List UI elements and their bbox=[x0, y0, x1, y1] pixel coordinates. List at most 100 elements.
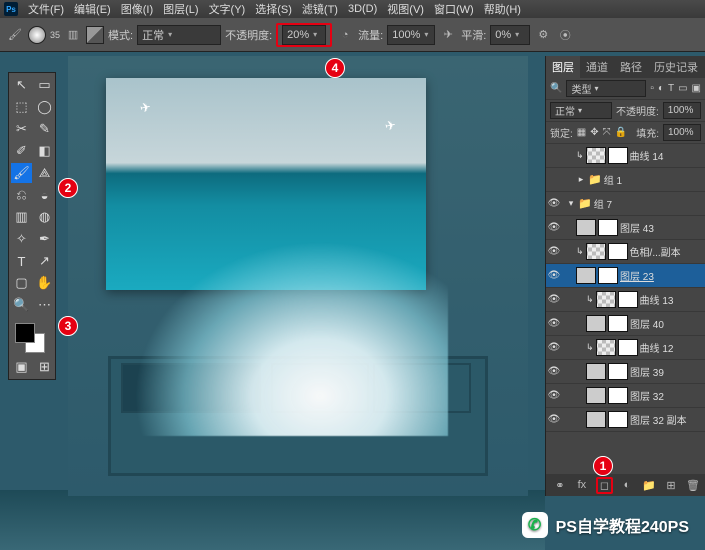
quick-select-tool[interactable]: ✎ bbox=[34, 119, 55, 139]
filter-adj-icon[interactable]: ◐ bbox=[658, 83, 664, 94]
lasso-tool[interactable]: ◯ bbox=[34, 97, 55, 117]
zoom-tool[interactable]: 🔍 bbox=[11, 295, 32, 315]
mask-thumb[interactable] bbox=[618, 339, 638, 356]
lock-position-icon[interactable]: ✥ bbox=[590, 127, 598, 138]
filter-shape-icon[interactable]: ▭ bbox=[678, 83, 687, 94]
layer-row[interactable]: 👁图层 39 bbox=[546, 360, 705, 384]
menu-item[interactable]: 编辑(E) bbox=[74, 1, 111, 17]
mask-thumb[interactable] bbox=[608, 315, 628, 332]
gradient-tool[interactable]: ▥ bbox=[11, 207, 32, 227]
menu-item[interactable]: 滤镜(T) bbox=[302, 1, 338, 17]
tab-history[interactable]: 历史记录 bbox=[648, 56, 704, 78]
visibility-icon[interactable]: 👁 bbox=[546, 246, 562, 257]
blur-tool[interactable]: ◍ bbox=[34, 207, 55, 227]
folder-toggle-icon[interactable]: ▸ bbox=[576, 174, 586, 185]
layer-row[interactable]: 👁▾📁组 7 bbox=[546, 192, 705, 216]
layer-thumb[interactable] bbox=[586, 387, 606, 404]
layer-name[interactable]: 组 7 bbox=[594, 196, 703, 211]
mask-thumb[interactable] bbox=[608, 387, 628, 404]
layer-thumb[interactable] bbox=[586, 411, 606, 428]
layer-thumb[interactable] bbox=[586, 243, 606, 260]
layer-name[interactable]: 图层 43 bbox=[620, 220, 703, 235]
layer-row[interactable]: 👁↳曲线 13 bbox=[546, 288, 705, 312]
dodge-tool[interactable]: ✧ bbox=[11, 229, 32, 249]
lock-all-icon[interactable]: 🔒 bbox=[615, 127, 627, 138]
layer-thumb[interactable] bbox=[576, 267, 596, 284]
tab-paths[interactable]: 路径 bbox=[614, 56, 648, 78]
filter-image-icon[interactable]: ▫ bbox=[650, 83, 654, 94]
layer-thumb[interactable] bbox=[586, 363, 606, 380]
lock-nest-icon[interactable]: ⤧ bbox=[603, 127, 611, 138]
fill-dropdown[interactable]: 100% bbox=[663, 124, 701, 141]
screen-mode-icon[interactable]: ⊞ bbox=[34, 357, 55, 377]
eraser-tool[interactable]: ◒ bbox=[34, 185, 55, 205]
mask-thumb[interactable] bbox=[608, 243, 628, 260]
pencil-tool[interactable]: ⟁ bbox=[34, 163, 55, 183]
visibility-icon[interactable]: 👁 bbox=[546, 390, 562, 401]
visibility-icon[interactable]: 👁 bbox=[546, 318, 562, 329]
layer-row[interactable]: 👁 图层 23 bbox=[546, 264, 705, 288]
panel-opacity-dropdown[interactable]: 100% bbox=[663, 102, 701, 119]
menu-item[interactable]: 图像(I) bbox=[121, 1, 153, 17]
add-mask-icon[interactable]: ◻ bbox=[600, 480, 609, 492]
more-tool[interactable]: ⋯ bbox=[34, 295, 55, 315]
layer-name[interactable]: 曲线 12 bbox=[640, 340, 703, 355]
layer-row[interactable]: 👁↳曲线 12 bbox=[546, 336, 705, 360]
link-layers-icon[interactable]: ⚭ bbox=[552, 479, 568, 492]
filter-smart-icon[interactable]: ▣ bbox=[692, 83, 701, 94]
shape-tool[interactable]: ▢ bbox=[11, 273, 32, 293]
brush-preview-icon[interactable] bbox=[28, 26, 46, 44]
layer-row[interactable]: 👁↳色相/...副本 bbox=[546, 240, 705, 264]
mask-thumb[interactable] bbox=[618, 291, 638, 308]
mask-thumb[interactable] bbox=[608, 411, 628, 428]
layer-name[interactable]: 曲线 13 bbox=[640, 292, 703, 307]
filter-kind-dropdown[interactable]: 类型▾ bbox=[566, 80, 646, 97]
layer-row[interactable]: 👁 图层 40 bbox=[546, 312, 705, 336]
flow-dropdown[interactable]: 100%▾ bbox=[387, 25, 435, 45]
tab-channels[interactable]: 通道 bbox=[580, 56, 614, 78]
mask-thumb[interactable] bbox=[598, 267, 618, 284]
menu-item[interactable]: 文字(Y) bbox=[209, 1, 246, 17]
visibility-icon[interactable]: 👁 bbox=[546, 270, 562, 281]
layer-row[interactable]: 👁图层 32 bbox=[546, 384, 705, 408]
foreground-color-swatch[interactable] bbox=[15, 323, 35, 343]
new-layer-icon[interactable]: ⊞ bbox=[663, 479, 679, 492]
color-swatches[interactable] bbox=[11, 321, 55, 355]
move-tool[interactable]: ↖ bbox=[11, 75, 32, 95]
layer-row[interactable]: 👁 图层 43 bbox=[546, 216, 705, 240]
layer-style-icon[interactable]: fx bbox=[574, 479, 590, 491]
layer-row[interactable]: ▸📁组 1 bbox=[546, 168, 705, 192]
layer-name[interactable]: 图层 23 bbox=[620, 268, 703, 283]
visibility-icon[interactable]: 👁 bbox=[546, 198, 562, 209]
filter-text-icon[interactable]: T bbox=[668, 83, 674, 94]
menu-item[interactable]: 3D(D) bbox=[348, 3, 377, 15]
opacity-dropdown[interactable]: 20%▾ bbox=[282, 25, 326, 45]
layer-name[interactable]: 图层 32 副本 bbox=[630, 412, 703, 427]
layer-name[interactable]: 组 1 bbox=[604, 172, 703, 187]
new-group-icon[interactable]: 📁 bbox=[641, 479, 657, 492]
mask-thumb[interactable] bbox=[598, 219, 618, 236]
menu-item[interactable]: 文件(F) bbox=[28, 1, 64, 17]
tool-preset-icon[interactable]: 🖌 bbox=[6, 26, 24, 44]
clone-tool[interactable]: ⎌ bbox=[11, 185, 32, 205]
crop-tool[interactable]: ✂ bbox=[11, 119, 32, 139]
layer-row[interactable]: ↳曲线 14 bbox=[546, 144, 705, 168]
tab-layers[interactable]: 图层 bbox=[546, 56, 580, 78]
frame-tool[interactable]: ◧ bbox=[34, 141, 55, 161]
airbrush-icon[interactable]: ✈ bbox=[439, 26, 457, 44]
layer-name[interactable]: 图层 40 bbox=[630, 316, 703, 331]
mask-thumb[interactable] bbox=[608, 147, 628, 164]
adjustment-icon[interactable]: ◐ bbox=[619, 479, 635, 491]
visibility-icon[interactable]: 👁 bbox=[546, 294, 562, 305]
visibility-icon[interactable]: 👁 bbox=[546, 222, 562, 233]
artboard-tool[interactable]: ▭ bbox=[34, 75, 55, 95]
search-icon[interactable]: 🔍 bbox=[550, 83, 562, 94]
layer-thumb[interactable] bbox=[586, 147, 606, 164]
brush-tool[interactable]: 🖌 bbox=[11, 163, 32, 183]
layer-name[interactable]: 曲线 14 bbox=[630, 148, 703, 163]
path-tool[interactable]: ↗ bbox=[34, 251, 55, 271]
visibility-icon[interactable]: 👁 bbox=[546, 342, 562, 353]
layer-row[interactable]: 👁图层 32 副本 bbox=[546, 408, 705, 432]
blend-mode-dropdown[interactable]: 正常▾ bbox=[137, 25, 221, 45]
layer-thumb[interactable] bbox=[596, 339, 616, 356]
